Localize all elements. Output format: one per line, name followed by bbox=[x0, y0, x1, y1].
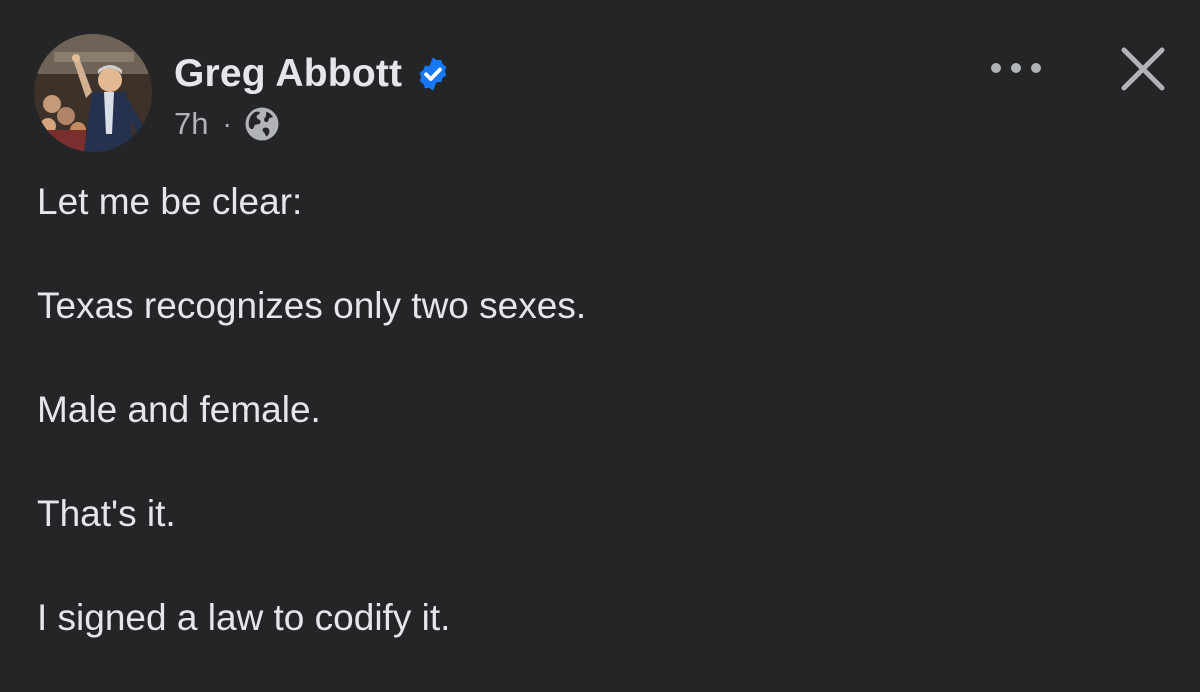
post-text: Let me be clear: Texas recognizes only t… bbox=[37, 172, 1157, 692]
post-meta: 7h · bbox=[174, 104, 280, 144]
close-icon bbox=[1121, 47, 1165, 91]
post-paragraph: Male and female. bbox=[37, 389, 321, 430]
avatar[interactable] bbox=[34, 34, 152, 152]
post-timestamp[interactable]: 7h bbox=[174, 106, 208, 142]
post-card: Greg Abbott 7h · Let me be clear: Texas … bbox=[0, 0, 1200, 661]
author-row: Greg Abbott bbox=[174, 44, 452, 104]
more-options-button[interactable] bbox=[978, 46, 1054, 90]
verified-badge-icon bbox=[414, 55, 452, 93]
author-name[interactable]: Greg Abbott bbox=[174, 52, 402, 96]
post-header: Greg Abbott 7h · bbox=[34, 34, 1174, 154]
close-button[interactable] bbox=[1112, 38, 1174, 100]
post-paragraph: That's it. bbox=[37, 493, 176, 534]
avatar-photo bbox=[34, 34, 152, 152]
post-paragraph: Texas recognizes only two sexes. bbox=[37, 285, 587, 326]
post-paragraph: Let me be clear: bbox=[37, 181, 303, 222]
globe-icon[interactable] bbox=[244, 106, 280, 142]
more-options-icon bbox=[991, 63, 1041, 73]
post-paragraph: I signed a law to codify it. bbox=[37, 597, 451, 638]
meta-separator: · bbox=[222, 108, 232, 139]
